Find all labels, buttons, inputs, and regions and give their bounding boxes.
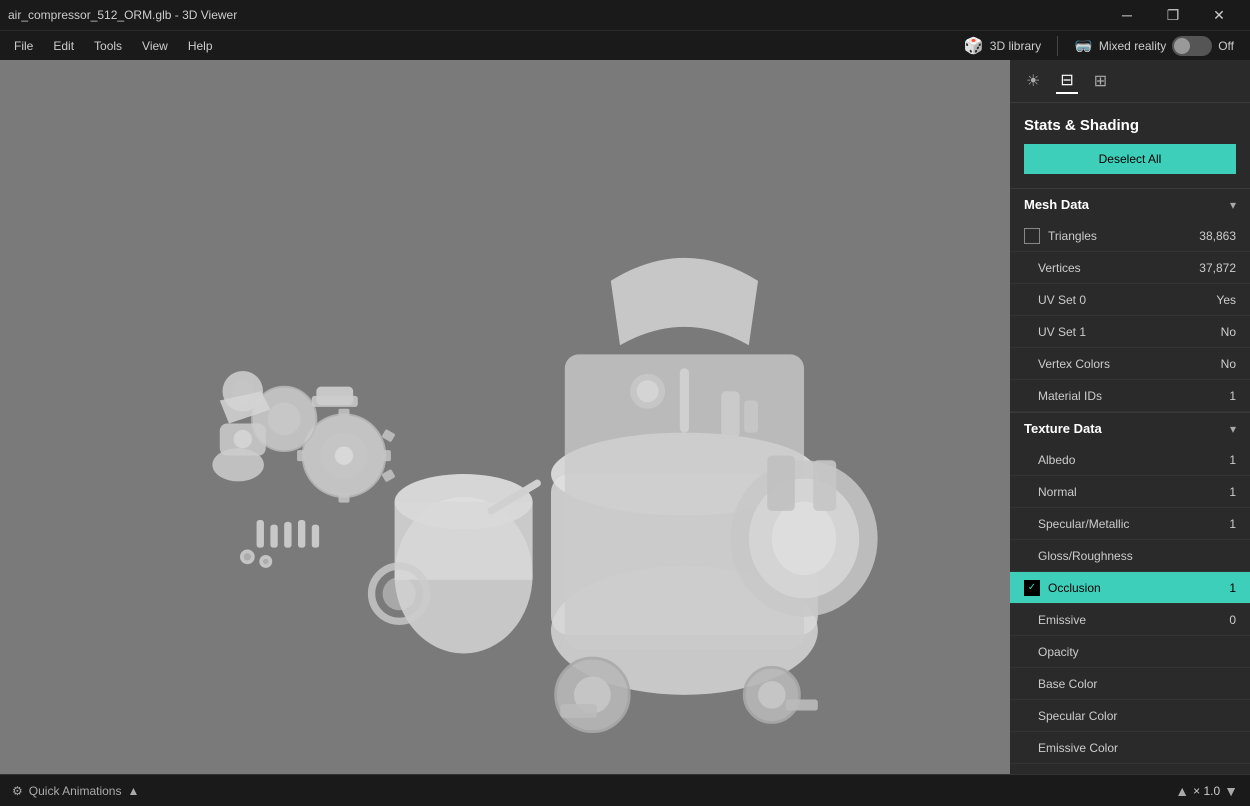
3d-model-view — [0, 60, 1010, 774]
texture-row-opacity: Opacity — [1010, 636, 1250, 668]
3d-library-icon: 🎲 — [964, 36, 984, 56]
menu-right: 🎲 3D library 🥽 Mixed reality Off — [964, 36, 1246, 56]
toggle-knob — [1174, 38, 1190, 54]
animations-icon: ⚙ — [12, 784, 23, 798]
uvset1-value: No — [1221, 325, 1236, 339]
texture-row-glossroughness: Gloss/Roughness — [1010, 540, 1250, 572]
zoom-in-button[interactable]: ▲ — [1175, 783, 1189, 799]
texture-data-label: Texture Data — [1024, 421, 1102, 436]
uvset1-label: UV Set 1 — [1038, 325, 1086, 339]
window-controls: ─ ❐ ✕ — [1104, 0, 1242, 30]
mixed-reality-state: Off — [1218, 39, 1234, 53]
texture-row-specularcolor: Specular Color — [1010, 700, 1250, 732]
menu-edit[interactable]: Edit — [43, 35, 84, 57]
uvset0-value: Yes — [1216, 293, 1236, 307]
menu-help[interactable]: Help — [178, 35, 223, 57]
occlusion-label: Occlusion — [1048, 581, 1101, 595]
mesh-row-vertices: Vertices 37,872 — [1010, 252, 1250, 284]
menu-view[interactable]: View — [132, 35, 178, 57]
vertexcolors-value: No — [1221, 357, 1236, 371]
menu-tools[interactable]: Tools — [84, 35, 132, 57]
texture-row-albedo: Albedo 1 — [1010, 444, 1250, 476]
emissive-label: Emissive — [1038, 613, 1086, 627]
mixed-reality-switch[interactable] — [1172, 36, 1212, 56]
animations-chevron-up: ▲ — [127, 784, 139, 798]
mesh-data-label: Mesh Data — [1024, 197, 1089, 212]
bottom-bar: ⚙ Quick Animations ▲ ▲ × 1.0 ▼ — [0, 774, 1250, 806]
texture-data-header[interactable]: Texture Data ▾ — [1010, 412, 1250, 444]
mixed-reality-toggle[interactable]: 🥽 Mixed reality Off — [1074, 36, 1234, 56]
mesh-data-chevron: ▾ — [1230, 198, 1236, 212]
triangles-checkbox[interactable] — [1024, 228, 1040, 244]
deselect-all-button[interactable]: Deselect All — [1024, 144, 1236, 174]
panel-toolbar: ☀ ⊟ ⊞ — [1010, 60, 1250, 103]
stats-icon[interactable]: ⊟ — [1056, 68, 1077, 94]
mixed-reality-icon: 🥽 — [1074, 37, 1093, 55]
vertices-value: 37,872 — [1199, 261, 1236, 275]
texture-row-occlusion: Occlusion 1 — [1010, 572, 1250, 604]
mesh-data-header[interactable]: Mesh Data ▾ — [1010, 188, 1250, 220]
main-content: ☀ ⊟ ⊞ Stats & Shading Deselect All Mesh … — [0, 60, 1250, 774]
texture-data-chevron: ▾ — [1230, 422, 1236, 436]
minimize-button[interactable]: ─ — [1104, 0, 1150, 30]
title-bar: air_compressor_512_ORM.glb - 3D Viewer ─… — [0, 0, 1250, 30]
close-button[interactable]: ✕ — [1196, 0, 1242, 30]
mesh-row-uvset1: UV Set 1 No — [1010, 316, 1250, 348]
emissivecolor-label: Emissive Color — [1038, 741, 1118, 755]
albedo-label: Albedo — [1038, 453, 1075, 467]
normal-value: 1 — [1229, 485, 1236, 499]
3d-library-label: 3D library — [990, 39, 1041, 53]
menu-file[interactable]: File — [4, 35, 43, 57]
uvset0-label: UV Set 0 — [1038, 293, 1086, 307]
texture-row-specularmetallic: Specular/Metallic 1 — [1010, 508, 1250, 540]
texture-row-basecolor: Base Color — [1010, 668, 1250, 700]
restore-button[interactable]: ❐ — [1150, 0, 1196, 30]
emissive-value: 0 — [1229, 613, 1236, 627]
occlusion-value: 1 — [1229, 581, 1236, 595]
mixed-reality-label: Mixed reality — [1099, 39, 1166, 53]
glossroughness-label: Gloss/Roughness — [1038, 549, 1133, 563]
mesh-row-materialids: Material IDs 1 — [1010, 380, 1250, 412]
triangles-label: Triangles — [1048, 229, 1097, 243]
right-panel: ☀ ⊟ ⊞ Stats & Shading Deselect All Mesh … — [1010, 60, 1250, 774]
opacity-label: Opacity — [1038, 645, 1079, 659]
title-text: air_compressor_512_ORM.glb - 3D Viewer — [8, 8, 237, 22]
mesh-row-uvset0: UV Set 0 Yes — [1010, 284, 1250, 316]
viewport[interactable] — [0, 60, 1010, 774]
zoom-out-button[interactable]: ▼ — [1224, 783, 1238, 799]
specularcolor-label: Specular Color — [1038, 709, 1117, 723]
grid-icon[interactable]: ⊞ — [1090, 69, 1111, 93]
materialids-value: 1 — [1229, 389, 1236, 403]
basecolor-label: Base Color — [1038, 677, 1097, 691]
materialids-label: Material IDs — [1038, 389, 1102, 403]
menu-items: File Edit Tools View Help — [4, 35, 223, 57]
albedo-value: 1 — [1229, 453, 1236, 467]
triangles-value: 38,863 — [1199, 229, 1236, 243]
zoom-controls: ▲ × 1.0 ▼ — [1175, 783, 1238, 799]
normal-label: Normal — [1038, 485, 1077, 499]
zoom-value: × 1.0 — [1193, 784, 1220, 798]
texture-row-emissive: Emissive 0 — [1010, 604, 1250, 636]
vertexcolors-label: Vertex Colors — [1038, 357, 1110, 371]
texture-row-normal: Normal 1 — [1010, 476, 1250, 508]
mesh-row-vertexcolors: Vertex Colors No — [1010, 348, 1250, 380]
mesh-row-triangles: Triangles 38,863 — [1010, 220, 1250, 252]
panel-title: Stats & Shading — [1010, 103, 1250, 144]
3d-library-button[interactable]: 🎲 3D library — [964, 36, 1041, 56]
occlusion-checkbox[interactable] — [1024, 580, 1040, 596]
specularmetallic-value: 1 — [1229, 517, 1236, 531]
sun-icon[interactable]: ☀ — [1022, 69, 1044, 93]
vertices-label: Vertices — [1038, 261, 1081, 275]
menu-bar: File Edit Tools View Help 🎲 3D library 🥽… — [0, 30, 1250, 60]
menu-separator — [1057, 36, 1058, 56]
quick-animations-label: Quick Animations — [29, 784, 122, 798]
quick-animations-control[interactable]: ⚙ Quick Animations ▲ — [12, 784, 139, 798]
texture-row-emissivecolor: Emissive Color — [1010, 732, 1250, 764]
specularmetallic-label: Specular/Metallic — [1038, 517, 1129, 531]
